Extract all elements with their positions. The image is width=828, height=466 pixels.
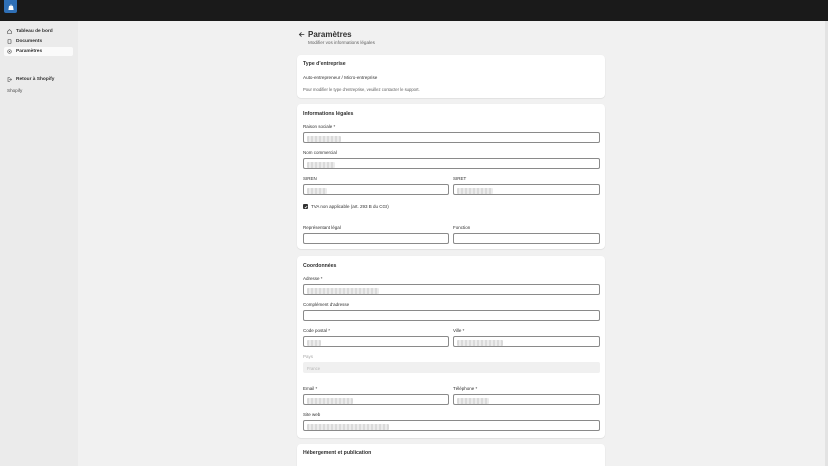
nom-commercial-input[interactable] bbox=[303, 158, 600, 169]
siren-label: SIREN bbox=[303, 176, 317, 181]
redacted-value bbox=[307, 339, 321, 346]
redacted-value bbox=[307, 187, 327, 194]
company-type-card: Type d'entreprise Auto-entrepreneur / Mi… bbox=[297, 55, 605, 98]
redacted-value bbox=[307, 397, 353, 404]
sidebar-item-documents[interactable]: Documents bbox=[4, 37, 73, 46]
company-type-value: Auto-entrepreneur / Micro-entreprise bbox=[303, 75, 378, 80]
card-title: Hébergement et publication bbox=[303, 450, 372, 456]
pays-value: France bbox=[307, 366, 321, 371]
sidebar-item-dashboard[interactable]: Tableau de bord bbox=[4, 27, 73, 36]
site-web-label: Site web bbox=[303, 412, 321, 417]
company-type-note: Pour modifier le type d'entreprise, veui… bbox=[303, 87, 420, 92]
code-postal-input[interactable] bbox=[303, 336, 449, 347]
redacted-value bbox=[307, 423, 389, 430]
page-subtitle: Modifier vos informations légales bbox=[308, 40, 375, 45]
tva-checkbox-label[interactable]: TVA non applicable (art. 293 B du CGI) bbox=[311, 204, 389, 209]
sidebar-item-label: Documents bbox=[16, 39, 43, 44]
sidebar-item-label: Paramètres bbox=[16, 49, 43, 54]
card-title: Type d'entreprise bbox=[303, 61, 346, 67]
telephone-label: Téléphone * bbox=[453, 386, 478, 391]
site-web-input[interactable] bbox=[303, 420, 600, 431]
siret-label: SIRET bbox=[453, 176, 467, 181]
raison-sociale-label: Raison sociale * bbox=[303, 124, 336, 129]
redacted-value bbox=[457, 397, 489, 404]
redacted-value bbox=[307, 161, 335, 168]
code-postal-label: Code postal * bbox=[303, 328, 331, 333]
legal-info-card: Informations légales Raison sociale * No… bbox=[297, 104, 605, 249]
home-icon bbox=[7, 29, 12, 34]
gear-icon bbox=[7, 49, 12, 54]
redacted-value bbox=[457, 187, 493, 194]
coordinates-card: Coordonnées Adresse * Complément d'adres… bbox=[297, 256, 605, 438]
representant-label: Représentant légal bbox=[303, 225, 341, 230]
raison-sociale-input[interactable] bbox=[303, 132, 600, 143]
email-input[interactable] bbox=[303, 394, 449, 405]
sidebar-item-settings[interactable]: Paramètres bbox=[4, 47, 73, 56]
document-icon bbox=[7, 39, 12, 44]
telephone-input[interactable] bbox=[453, 394, 600, 405]
redacted-value bbox=[307, 287, 379, 294]
ville-label: Ville * bbox=[453, 328, 465, 333]
adresse-label: Adresse * bbox=[303, 276, 323, 281]
fonction-label: Fonction bbox=[453, 225, 471, 230]
sidebar-item-label: Tableau de bord bbox=[16, 29, 53, 34]
top-bar bbox=[0, 0, 828, 21]
back-arrow-icon[interactable] bbox=[298, 31, 305, 38]
hosting-card: Hébergement et publication bbox=[297, 444, 605, 466]
tva-checkbox[interactable] bbox=[303, 204, 308, 209]
redacted-value bbox=[457, 339, 503, 346]
siret-input[interactable] bbox=[453, 184, 600, 195]
page-title: Paramètres bbox=[308, 30, 352, 39]
bag-logo-icon bbox=[7, 4, 14, 10]
complement-label: Complément d'adresse bbox=[303, 302, 350, 307]
siren-input[interactable] bbox=[303, 184, 449, 195]
checkmark-icon bbox=[304, 205, 307, 209]
sidebar-section-label: Shopify bbox=[7, 88, 23, 93]
sidebar-item-label: Retour à Shopify bbox=[16, 77, 55, 82]
card-title: Informations légales bbox=[303, 111, 354, 117]
adresse-input[interactable] bbox=[303, 284, 600, 295]
card-title: Coordonnées bbox=[303, 263, 337, 269]
complement-input[interactable] bbox=[303, 310, 600, 321]
nom-commercial-label: Nom commercial bbox=[303, 150, 337, 155]
exit-icon bbox=[7, 77, 12, 82]
email-label: Email * bbox=[303, 386, 318, 391]
sidebar: Tableau de bord Documents Paramètres Sho… bbox=[0, 21, 78, 466]
redacted-value bbox=[307, 135, 341, 142]
pays-input: France bbox=[303, 362, 600, 373]
fonction-input[interactable] bbox=[453, 233, 600, 244]
representant-input[interactable] bbox=[303, 233, 449, 244]
pays-label: Pays bbox=[303, 354, 314, 359]
app-logo[interactable] bbox=[4, 0, 17, 13]
ville-input[interactable] bbox=[453, 336, 600, 347]
sidebar-item-back-to-shopify[interactable]: Retour à Shopify bbox=[4, 75, 73, 84]
